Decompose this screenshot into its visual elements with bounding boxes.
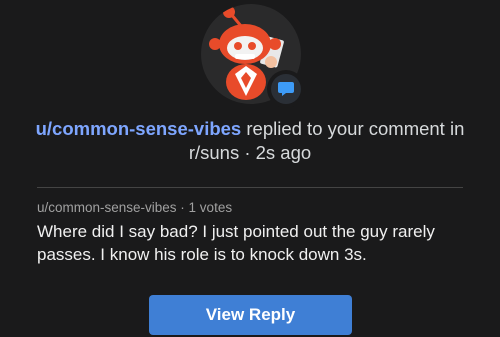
reply-meta: u/common-sense-vibes · 1 votes [37, 200, 233, 215]
reply-body: Where did I say bad? I just pointed out … [37, 222, 435, 264]
username-link[interactable]: u/common-sense-vibes [36, 118, 242, 139]
badge [267, 70, 305, 108]
chat-bubble-icon [278, 82, 294, 96]
avatar[interactable] [201, 4, 305, 108]
notification-headline: u/common-sense-vibes replied to your com… [20, 117, 480, 165]
view-reply-button[interactable]: View Reply [149, 295, 352, 335]
divider [37, 187, 463, 188]
